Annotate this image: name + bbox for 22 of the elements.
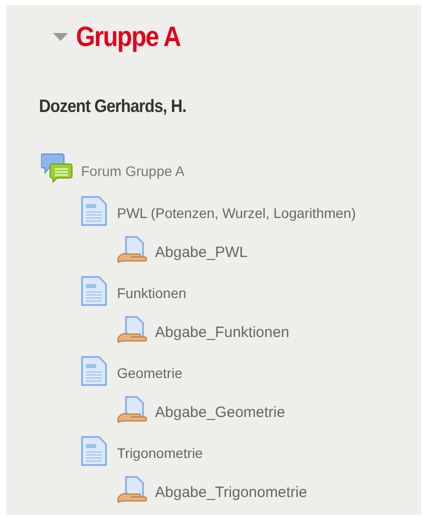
document-icon	[81, 276, 107, 306]
teacher-name: Dozent Gerhards, H.	[39, 95, 186, 118]
activity-link[interactable]: Abgabe_Geometrie	[155, 402, 286, 426]
collapse-toggle[interactable]	[52, 31, 68, 43]
activity-link[interactable]: Abgabe_Funktionen	[155, 322, 290, 346]
hand-document-icon	[117, 316, 149, 346]
activity-link[interactable]: Forum Gruppe A	[81, 161, 184, 184]
document-icon	[81, 436, 107, 466]
hand-document-icon	[117, 236, 149, 266]
speech-bubbles-icon	[41, 152, 73, 184]
hand-document-icon	[117, 396, 149, 426]
activity-link[interactable]: Funktionen	[117, 283, 186, 306]
caret-down-icon	[52, 33, 68, 41]
hand-document-icon	[117, 476, 149, 506]
activity-link[interactable]: Abgabe_PWL	[155, 242, 248, 266]
activity-link[interactable]: Geometrie	[117, 363, 182, 386]
document-icon	[81, 196, 107, 226]
activity-link[interactable]: PWL (Potenzen, Wurzel, Logarithmen)	[117, 203, 356, 226]
activity-link[interactable]: Abgabe_Trigonometrie	[155, 482, 308, 506]
section-title: Gruppe A	[76, 23, 180, 51]
activity-link[interactable]: Trigonometrie	[117, 443, 203, 466]
document-icon	[81, 356, 107, 386]
